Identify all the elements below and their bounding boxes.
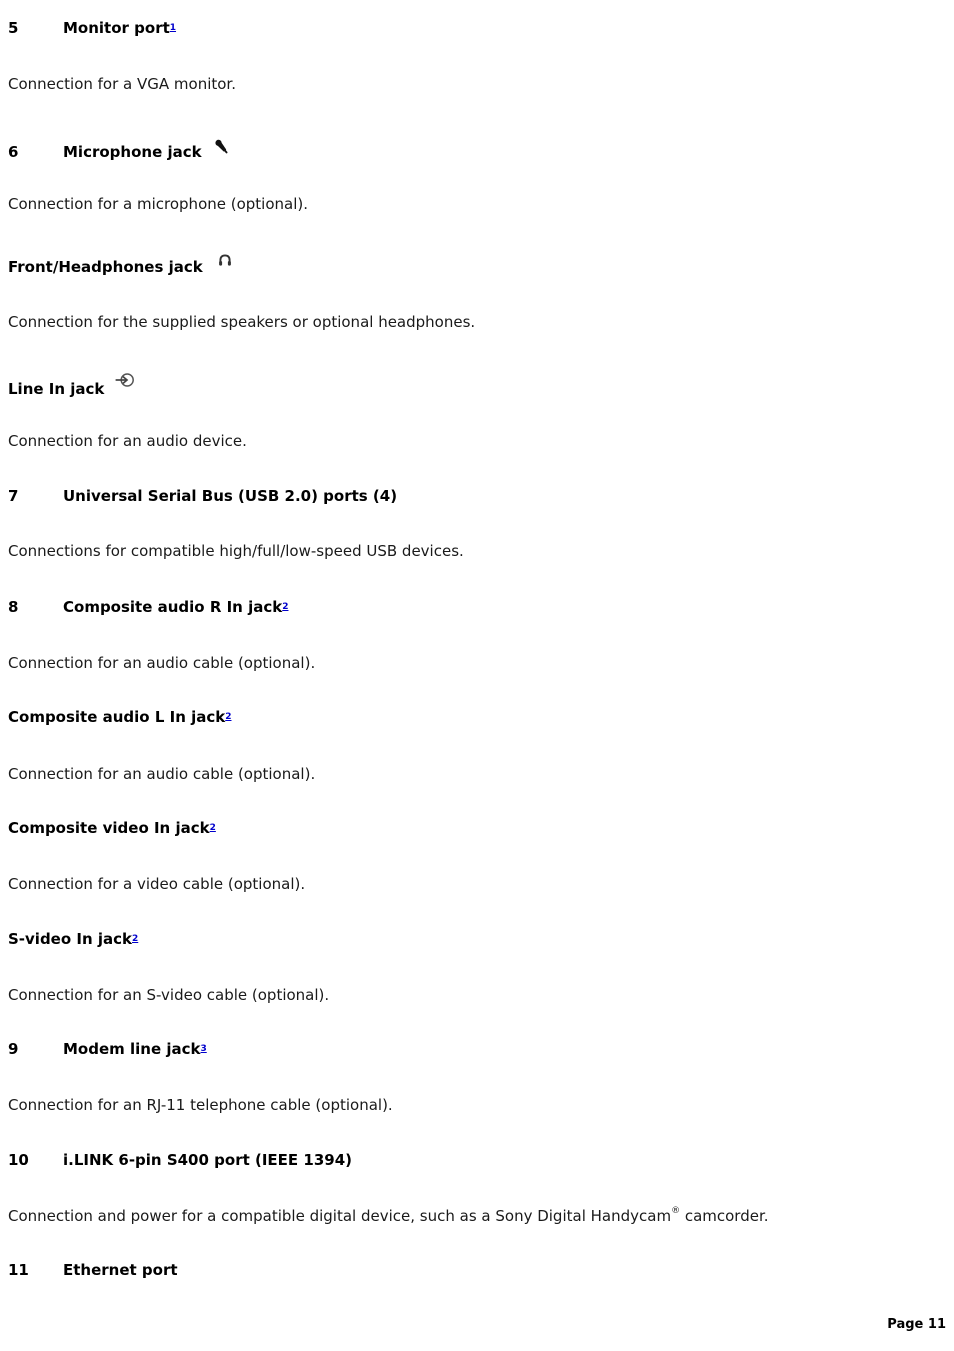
heading-s-video-in-jack: S-video In jack 2 xyxy=(8,930,139,948)
heading-ilink-port: 10 i.LINK 6-pin S400 port (IEEE 1394) xyxy=(8,1151,352,1169)
entry-ethernet-port: 11 Ethernet port xyxy=(8,1261,178,1279)
headphones-icon xyxy=(217,252,233,268)
description-ilink-port: Connection and power for a compatible di… xyxy=(8,1206,769,1226)
entry-composite-video-in-jack: Composite video In jack 2 xyxy=(8,819,216,837)
entry-front-headphones-jack: Front/Headphones jack xyxy=(8,254,233,276)
heading-microphone-jack: 6 Microphone jack xyxy=(8,137,232,161)
description-monitor-port: Connection for a VGA monitor. xyxy=(8,75,236,93)
description-text-post: camcorder. xyxy=(680,1207,769,1225)
description-modem-line-jack: Connection for an RJ-11 telephone cable … xyxy=(8,1096,393,1114)
entry-number: 8 xyxy=(8,598,19,616)
entry-label: Composite video In jack xyxy=(8,819,210,837)
heading-composite-video-in-jack: Composite video In jack 2 xyxy=(8,819,216,837)
entry-number: 10 xyxy=(8,1151,29,1169)
entry-label: Line In jack xyxy=(8,380,105,398)
description-line-in-jack: Connection for an audio device. xyxy=(8,432,247,450)
page-number-footer: Page 11 xyxy=(887,1317,946,1332)
heading-composite-audio-r-in-jack: 8 Composite audio R In jack 2 xyxy=(8,598,289,616)
entry-modem-line-jack: 9 Modem line jack 3 xyxy=(8,1040,207,1058)
description-composite-audio-l-in-jack: Connection for an audio cable (optional)… xyxy=(8,765,316,783)
description-s-video-in-jack: Connection for an S-video cable (optiona… xyxy=(8,986,330,1004)
entry-s-video-in-jack: S-video In jack 2 xyxy=(8,930,138,948)
entry-label: Modem line jack xyxy=(63,1040,201,1058)
entry-label: Ethernet port xyxy=(63,1261,178,1279)
heading-ethernet-port: 11 Ethernet port xyxy=(8,1261,178,1279)
entry-number: 7 xyxy=(8,487,19,505)
entry-ilink-port: 10 i.LINK 6-pin S400 port (IEEE 1394) xyxy=(8,1151,352,1169)
heading-front-headphones-jack: Front/Headphones jack xyxy=(8,254,233,276)
entry-label: Universal Serial Bus (USB 2.0) ports (4) xyxy=(63,487,398,505)
heading-modem-line-jack: 9 Modem line jack 3 xyxy=(8,1040,207,1058)
description-microphone-jack: Connection for a microphone (optional). xyxy=(8,195,309,213)
heading-composite-audio-l-in-jack: Composite audio L In jack 2 xyxy=(8,708,232,726)
entry-label: Composite audio L In jack xyxy=(8,708,226,726)
entry-monitor-port: 5 Monitor port 1 xyxy=(8,19,176,37)
entry-usb-ports: 7 Universal Serial Bus (USB 2.0) ports (… xyxy=(8,487,397,505)
entry-label: Front/Headphones jack xyxy=(8,258,203,276)
description-text-pre: Connection and power for a compatible di… xyxy=(8,1207,672,1225)
entry-composite-audio-l-in-jack: Composite audio L In jack 2 xyxy=(8,708,232,726)
entry-label: S-video In jack xyxy=(8,930,132,948)
entry-number: 6 xyxy=(8,143,19,161)
heading-line-in-jack: Line In jack xyxy=(8,373,136,398)
entry-number: 11 xyxy=(8,1261,29,1279)
entry-line-in-jack: Line In jack xyxy=(8,373,136,398)
description-usb-ports: Connections for compatible high/full/low… xyxy=(8,542,464,560)
entry-number: 5 xyxy=(8,19,19,37)
document-page: 5 Monitor port 1 Connection for a VGA mo… xyxy=(0,0,954,1351)
heading-usb-ports: 7 Universal Serial Bus (USB 2.0) ports (… xyxy=(8,487,397,505)
entry-label: Composite audio R In jack xyxy=(63,598,283,616)
description-front-headphones-jack: Connection for the supplied speakers or … xyxy=(8,313,476,331)
registered-mark: ® xyxy=(671,1206,681,1216)
microphone-icon xyxy=(212,137,232,157)
line-in-icon xyxy=(114,370,136,390)
entry-number: 9 xyxy=(8,1040,19,1058)
entry-label: Monitor port xyxy=(63,19,170,37)
heading-monitor-port: 5 Monitor port 1 xyxy=(8,19,177,37)
entry-composite-audio-r-in-jack: 8 Composite audio R In jack 2 xyxy=(8,598,288,616)
entry-label: Microphone jack xyxy=(63,143,202,161)
description-composite-video-in-jack: Connection for a video cable (optional). xyxy=(8,875,306,893)
entry-microphone-jack: 6 Microphone jack xyxy=(8,137,232,161)
entry-label: i.LINK 6-pin S400 port (IEEE 1394) xyxy=(63,1151,352,1169)
description-composite-audio-r-in-jack: Connection for an audio cable (optional)… xyxy=(8,654,316,672)
